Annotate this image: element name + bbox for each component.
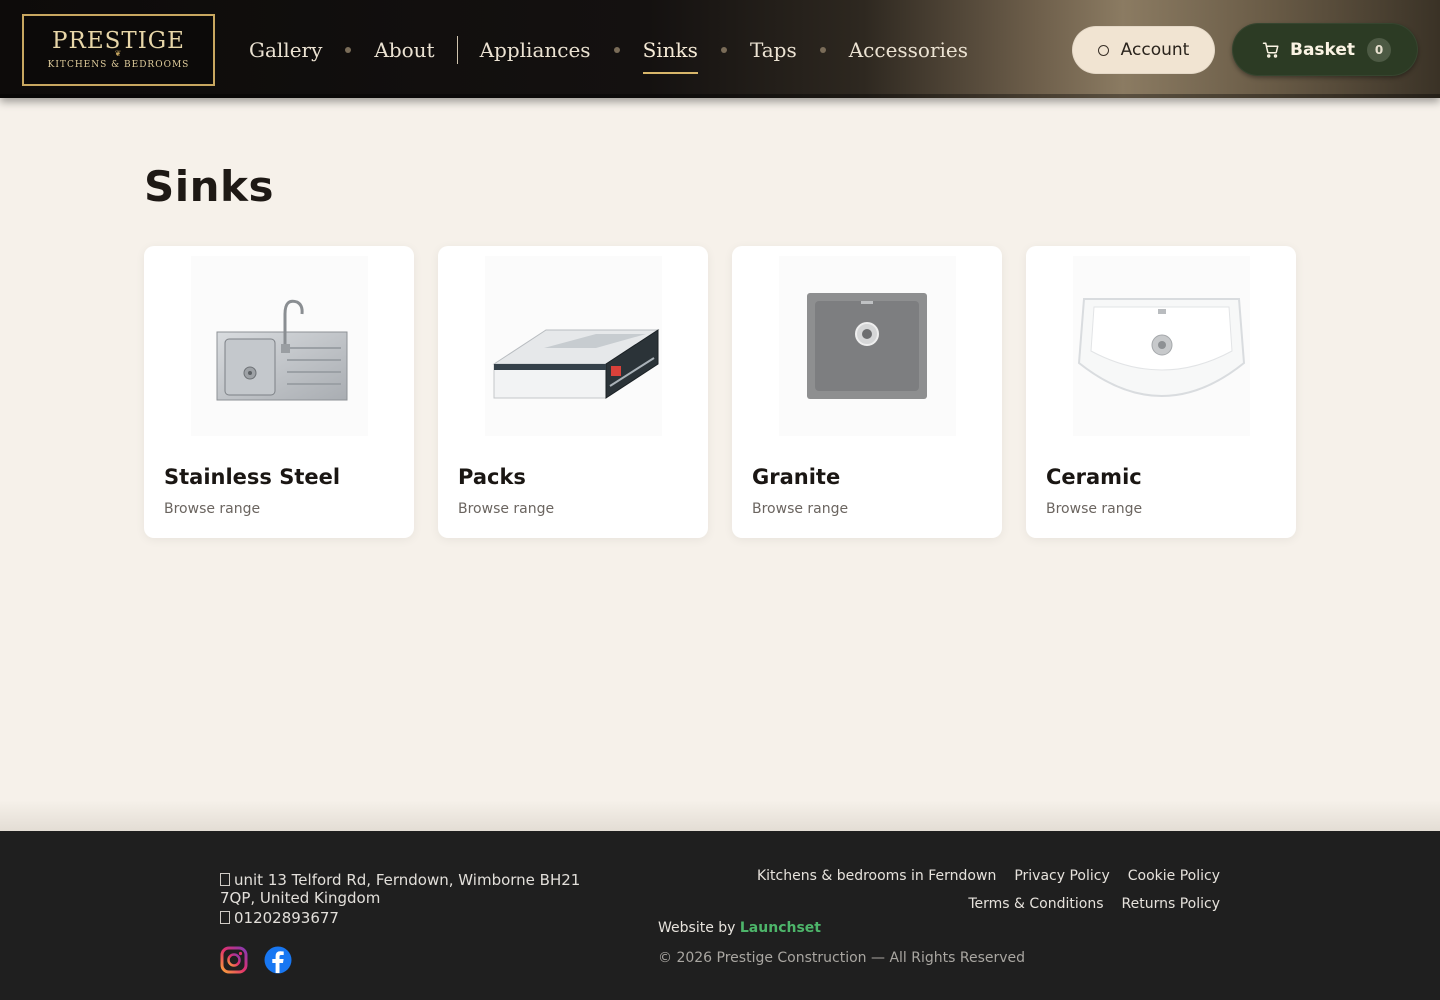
category-card-granite[interactable]: Granite Browse range <box>732 246 1002 538</box>
nav-separator-dot <box>819 47 826 53</box>
phone-text: 01202893677 <box>234 909 339 927</box>
copyright-text: © 2026 Prestige Construction — All Right… <box>658 950 1026 966</box>
category-card-ceramic[interactable]: Ceramic Browse range <box>1026 246 1296 538</box>
logo-sub-text: KITCHENS & BEDROOMS <box>48 60 190 70</box>
footer-link-terms[interactable]: Terms & Conditions <box>968 896 1103 912</box>
basket-label: Basket <box>1290 39 1356 60</box>
prestige-logo[interactable]: PRESTIGE KITCHENS & BEDROOMS <box>22 14 215 86</box>
browse-range-link[interactable]: Browse range <box>164 501 260 517</box>
footer-link-privacy-policy[interactable]: Privacy Policy <box>1014 868 1109 884</box>
main-nav: Gallery About Appliances Sinks Taps Acce… <box>249 30 968 74</box>
sink-pack-box-image <box>485 256 662 436</box>
account-icon <box>1097 44 1109 56</box>
website-credit: Website by Launchset <box>658 920 821 936</box>
nav-taps[interactable]: Taps <box>750 38 797 62</box>
browse-range-link[interactable]: Browse range <box>1046 501 1142 517</box>
site-header: PRESTIGE KITCHENS & BEDROOMS Gallery Abo… <box>0 0 1440 98</box>
browse-range-link[interactable]: Browse range <box>458 501 554 517</box>
category-title: Granite <box>752 465 841 489</box>
footer-links-row-1: Kitchens & bedrooms in Ferndown Privacy … <box>757 868 1220 884</box>
launchset-link[interactable]: Launchset <box>740 920 821 936</box>
footer-link-kitchens-ferndown[interactable]: Kitchens & bedrooms in Ferndown <box>757 868 996 884</box>
basket-count-badge: 0 <box>1367 37 1392 62</box>
nav-separator-dot <box>720 47 727 53</box>
footer-shadow <box>0 800 1440 831</box>
cart-icon <box>1262 42 1279 58</box>
category-title: Ceramic <box>1046 465 1142 489</box>
basket-button[interactable]: Basket 0 <box>1232 23 1418 76</box>
nav-separator-dot <box>345 47 352 53</box>
ceramic-sink-image <box>1073 256 1250 436</box>
footer-links-row-2: Terms & Conditions Returns Policy <box>968 896 1220 912</box>
footer-link-cookie-policy[interactable]: Cookie Policy <box>1128 868 1220 884</box>
category-card-stainless-steel[interactable]: Stainless Steel Browse range <box>144 246 414 538</box>
category-title: Stainless Steel <box>164 465 341 489</box>
stainless-steel-sink-image <box>191 256 368 436</box>
footer-link-returns-policy[interactable]: Returns Policy <box>1122 896 1220 912</box>
address-text: unit 13 Telford Rd, Ferndown, Wimborne B… <box>220 871 581 907</box>
location-icon <box>220 873 230 886</box>
category-card-packs[interactable]: Packs Browse range <box>438 246 708 538</box>
phone-icon <box>220 911 230 924</box>
credit-prefix: Website by <box>658 920 736 936</box>
account-label: Account <box>1120 40 1190 60</box>
nav-divider <box>456 36 458 64</box>
nav-appliances[interactable]: Appliances <box>480 38 591 62</box>
footer-phone[interactable]: 01202893677 <box>220 909 339 927</box>
browse-range-link[interactable]: Browse range <box>752 501 848 517</box>
category-title: Packs <box>458 465 526 489</box>
nav-about[interactable]: About <box>374 38 434 62</box>
category-grid: Stainless Steel Browse range Packs Brows… <box>144 246 1296 538</box>
nav-gallery[interactable]: Gallery <box>249 38 322 62</box>
nav-separator-dot <box>613 47 620 53</box>
nav-sinks[interactable]: Sinks <box>642 38 699 74</box>
account-button[interactable]: Account <box>1072 26 1215 74</box>
instagram-icon[interactable] <box>220 946 248 974</box>
page-title: Sinks <box>144 162 274 211</box>
site-footer: unit 13 Telford Rd, Ferndown, Wimborne B… <box>0 831 1440 1000</box>
granite-sink-image <box>779 256 956 436</box>
facebook-icon[interactable] <box>264 946 292 974</box>
nav-accessories[interactable]: Accessories <box>849 38 968 62</box>
footer-address: unit 13 Telford Rd, Ferndown, Wimborne B… <box>220 871 600 907</box>
